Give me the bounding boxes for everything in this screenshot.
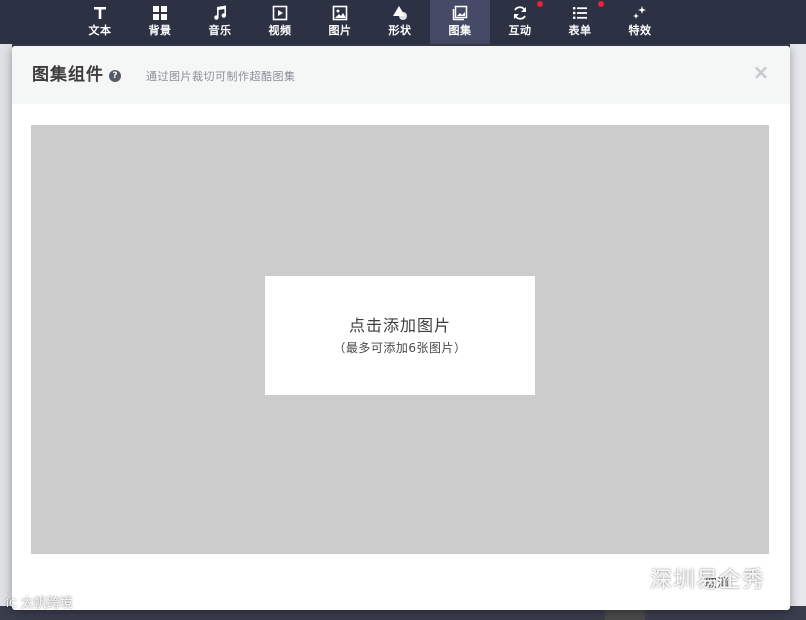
tool-label: 背景 [148, 24, 172, 37]
shape-icon [391, 4, 409, 22]
watermark-left-text: 太帆跨境 [20, 596, 73, 611]
tool-effects[interactable]: 特效 [610, 0, 670, 44]
tool-text[interactable]: 文本 [70, 0, 130, 44]
video-icon [271, 4, 289, 22]
tool-label: 互动 [508, 24, 532, 37]
tool-label: 特效 [628, 24, 652, 37]
watermark-right: 深圳易企秀 [600, 563, 765, 599]
image-drop-area: 点击添加图片 （最多可添加6张图片） [31, 125, 769, 554]
watermark-right-text: 深圳易企秀 [650, 568, 766, 593]
refresh-icon [511, 4, 529, 22]
tool-image[interactable]: 图片 [310, 0, 370, 44]
tool-video[interactable]: 视频 [250, 0, 310, 44]
image-icon [331, 4, 349, 22]
tool-label: 形状 [388, 24, 412, 37]
dialog-title: 图集组件 [32, 65, 104, 85]
background-right-edge [790, 44, 806, 620]
grid-icon [151, 4, 169, 22]
music-icon [211, 4, 229, 22]
sparkle-icon [631, 4, 649, 22]
tool-label: 表单 [568, 24, 592, 37]
watermark-logo-icon: iC [6, 597, 17, 610]
tool-label: 图集 [448, 24, 472, 37]
tool-gallery[interactable]: 图集 [430, 0, 490, 44]
top-toolbar: 文本 背景 音乐 视频 图片 形状 图集 互动 表单 特效 [0, 0, 806, 44]
gallery-icon [451, 4, 469, 22]
gallery-component-dialog: 图集组件 ? 通过图片裁切可制作超酷图集 × 点击添加图片 （最多可添加6张图片… [12, 46, 790, 610]
tool-form[interactable]: 表单 [550, 0, 610, 44]
dialog-header: 图集组件 ? 通过图片裁切可制作超酷图集 × [12, 46, 790, 104]
list-icon [571, 4, 589, 22]
notification-badge [598, 1, 604, 7]
add-image-limit: （最多可添加6张图片） [333, 340, 467, 355]
notification-badge [537, 1, 543, 7]
tool-background[interactable]: 背景 [130, 0, 190, 44]
background-left-edge [0, 44, 12, 620]
text-icon [91, 4, 109, 22]
tool-shape[interactable]: 形状 [370, 0, 430, 44]
help-icon[interactable]: ? [109, 70, 121, 82]
watermark-left: iC 太帆跨境 [6, 594, 73, 614]
tool-music[interactable]: 音乐 [190, 0, 250, 44]
wechat-logo-icon [603, 566, 641, 597]
close-icon[interactable]: × [752, 62, 770, 82]
dialog-subtitle: 通过图片裁切可制作超酷图集 [146, 70, 296, 83]
tool-label: 视频 [268, 24, 292, 37]
tool-label: 图片 [328, 24, 352, 37]
tool-interaction[interactable]: 互动 [490, 0, 550, 44]
add-image-button[interactable]: 点击添加图片 （最多可添加6张图片） [265, 276, 535, 395]
tool-label: 音乐 [208, 24, 232, 37]
tool-label: 文本 [88, 24, 112, 37]
add-image-label: 点击添加图片 [348, 315, 451, 335]
